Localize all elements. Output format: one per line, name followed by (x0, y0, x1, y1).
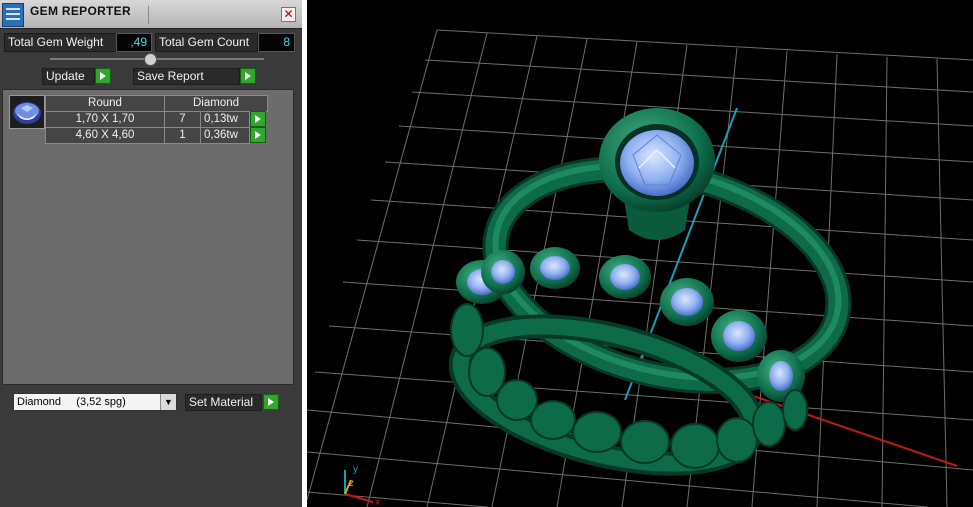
material-selected-value: Diamond (3,52 spg) (17, 396, 126, 408)
set-material-play-icon[interactable] (263, 394, 279, 410)
table-cell-size: 1,70 X 1,70 (45, 111, 165, 128)
set-material-button[interactable]: Set Material (185, 394, 262, 411)
chevron-down-icon[interactable]: ▼ (160, 394, 176, 410)
size-slider-track[interactable] (50, 58, 264, 60)
axis-x-label: x (375, 497, 380, 507)
table-header-shape: Round (45, 95, 165, 112)
center-stone-setting (599, 108, 715, 240)
axis-gizmo: y x z (344, 464, 380, 507)
table-cell-weight: 0,13tw (200, 111, 250, 128)
update-play-icon[interactable] (95, 68, 111, 84)
table-header-material: Diamond (164, 95, 268, 112)
small-stone-setting (599, 255, 651, 299)
total-gem-weight-label: Total Gem Weight (4, 33, 117, 52)
material-dropdown[interactable]: Diamond (3,52 spg) ▼ (13, 393, 177, 411)
axis-z-label: z (349, 478, 354, 489)
small-stone-setting (481, 250, 525, 294)
close-button[interactable]: ✕ (281, 7, 296, 22)
gem-reporter-panel: GEM REPORTER ✕ Total Gem Weight ,49 Tota… (0, 0, 302, 507)
gem-reporter-app-icon (2, 3, 24, 27)
save-report-button[interactable]: Save Report (133, 68, 240, 85)
table-cell-size: 4,60 X 4,60 (45, 127, 165, 144)
table-cell-weight: 0,36tw (200, 127, 250, 144)
3d-viewport[interactable]: y x z (307, 0, 973, 507)
total-gem-count-label: Total Gem Count (155, 33, 258, 52)
table-cell-count: 7 (164, 111, 201, 128)
table-cell-count: 1 (164, 127, 201, 144)
panel-title: GEM REPORTER (30, 4, 131, 18)
round-diamond-thumbnail-icon[interactable] (9, 95, 45, 129)
save-report-play-icon[interactable] (240, 68, 256, 84)
small-stone-setting (660, 278, 714, 326)
panel-titlebar: GEM REPORTER ✕ (0, 0, 302, 29)
row-select-play-icon[interactable] (250, 111, 266, 127)
axis-y-label: y (353, 464, 358, 475)
small-stone-setting (530, 247, 580, 289)
row-select-play-icon[interactable] (250, 127, 266, 143)
small-stone-setting (711, 310, 767, 362)
viewport-canvas: y x z (307, 29, 973, 507)
size-slider-thumb[interactable] (144, 53, 157, 66)
title-separator (148, 6, 149, 24)
total-gem-count-value: 8 (258, 33, 295, 52)
total-gem-weight-value: ,49 (116, 33, 152, 52)
update-button[interactable]: Update (42, 68, 95, 85)
